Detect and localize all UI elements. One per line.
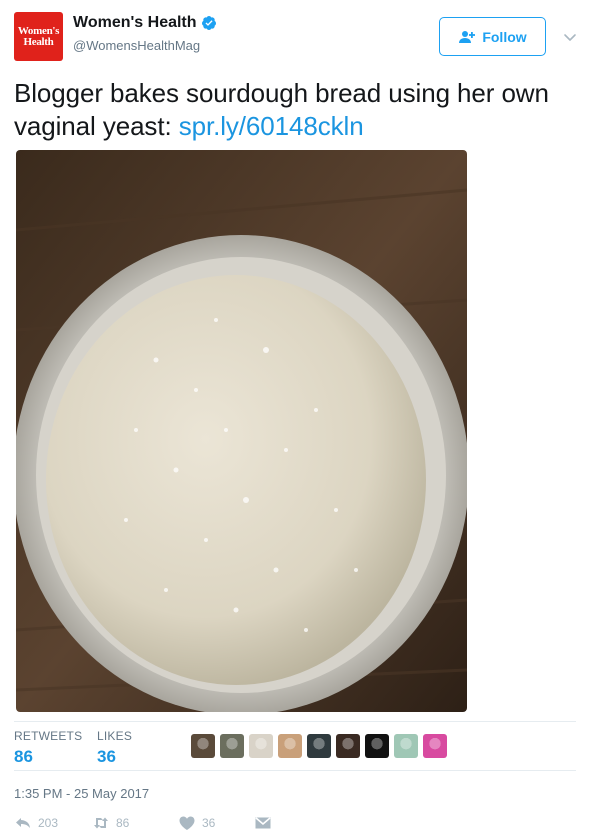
display-name-text: Women's Health — [73, 14, 197, 31]
heart-icon — [179, 816, 195, 830]
follow-button-label: Follow — [482, 28, 527, 45]
retweets-count: 86 — [14, 747, 33, 766]
reply-icon — [16, 818, 30, 828]
verified-badge-icon — [201, 16, 216, 30]
liker-avatar[interactable] — [278, 734, 302, 758]
tweet-link[interactable]: spr.ly/60148ckln — [179, 111, 364, 141]
liker-avatar[interactable] — [220, 734, 244, 758]
stats-bottom-divider — [14, 770, 576, 771]
tweet-actions: 203 86 36 — [14, 815, 272, 831]
avatar-text-line1: Women's — [17, 24, 60, 37]
like-action[interactable]: 36 — [178, 815, 244, 831]
liker-avatar[interactable] — [191, 734, 215, 758]
avatar[interactable]: Women's Health — [14, 12, 63, 61]
follow-button[interactable]: Follow — [439, 17, 546, 56]
liker-avatars — [191, 734, 447, 758]
liker-avatar[interactable] — [307, 734, 331, 758]
display-name[interactable]: Women's Health — [73, 14, 217, 32]
add-user-icon — [459, 30, 476, 43]
envelope-icon — [255, 817, 271, 829]
likes-count: 36 — [97, 747, 116, 766]
tweet-timestamp[interactable]: 1:35 PM - 25 May 2017 — [14, 786, 149, 801]
retweet-icon — [94, 817, 108, 829]
liker-avatar[interactable] — [249, 734, 273, 758]
account-handle[interactable]: @WomensHealthMag — [73, 38, 200, 53]
retweets-stat[interactable]: RETWEETS 86 — [14, 729, 82, 767]
retweet-count: 86 — [116, 816, 130, 830]
likes-stat[interactable]: LIKES 36 — [97, 729, 132, 767]
retweet-action[interactable]: 86 — [92, 815, 170, 831]
direct-message-action[interactable] — [254, 815, 272, 831]
likes-label: LIKES — [97, 729, 133, 743]
liker-avatar[interactable] — [423, 734, 447, 758]
reply-count: 203 — [38, 816, 59, 830]
tweet-photo[interactable] — [16, 150, 467, 712]
reply-action[interactable]: 203 — [14, 815, 84, 831]
liker-avatar[interactable] — [394, 734, 418, 758]
avatar-text-line2: Health — [23, 35, 54, 48]
liker-avatar[interactable] — [336, 734, 360, 758]
like-count: 36 — [202, 816, 216, 830]
stats-top-divider — [14, 721, 576, 722]
chevron-down-icon[interactable] — [562, 29, 578, 45]
tweet-text: Blogger bakes sourdough bread using her … — [14, 77, 574, 143]
liker-avatar[interactable] — [365, 734, 389, 758]
retweets-label: RETWEETS — [14, 729, 83, 743]
